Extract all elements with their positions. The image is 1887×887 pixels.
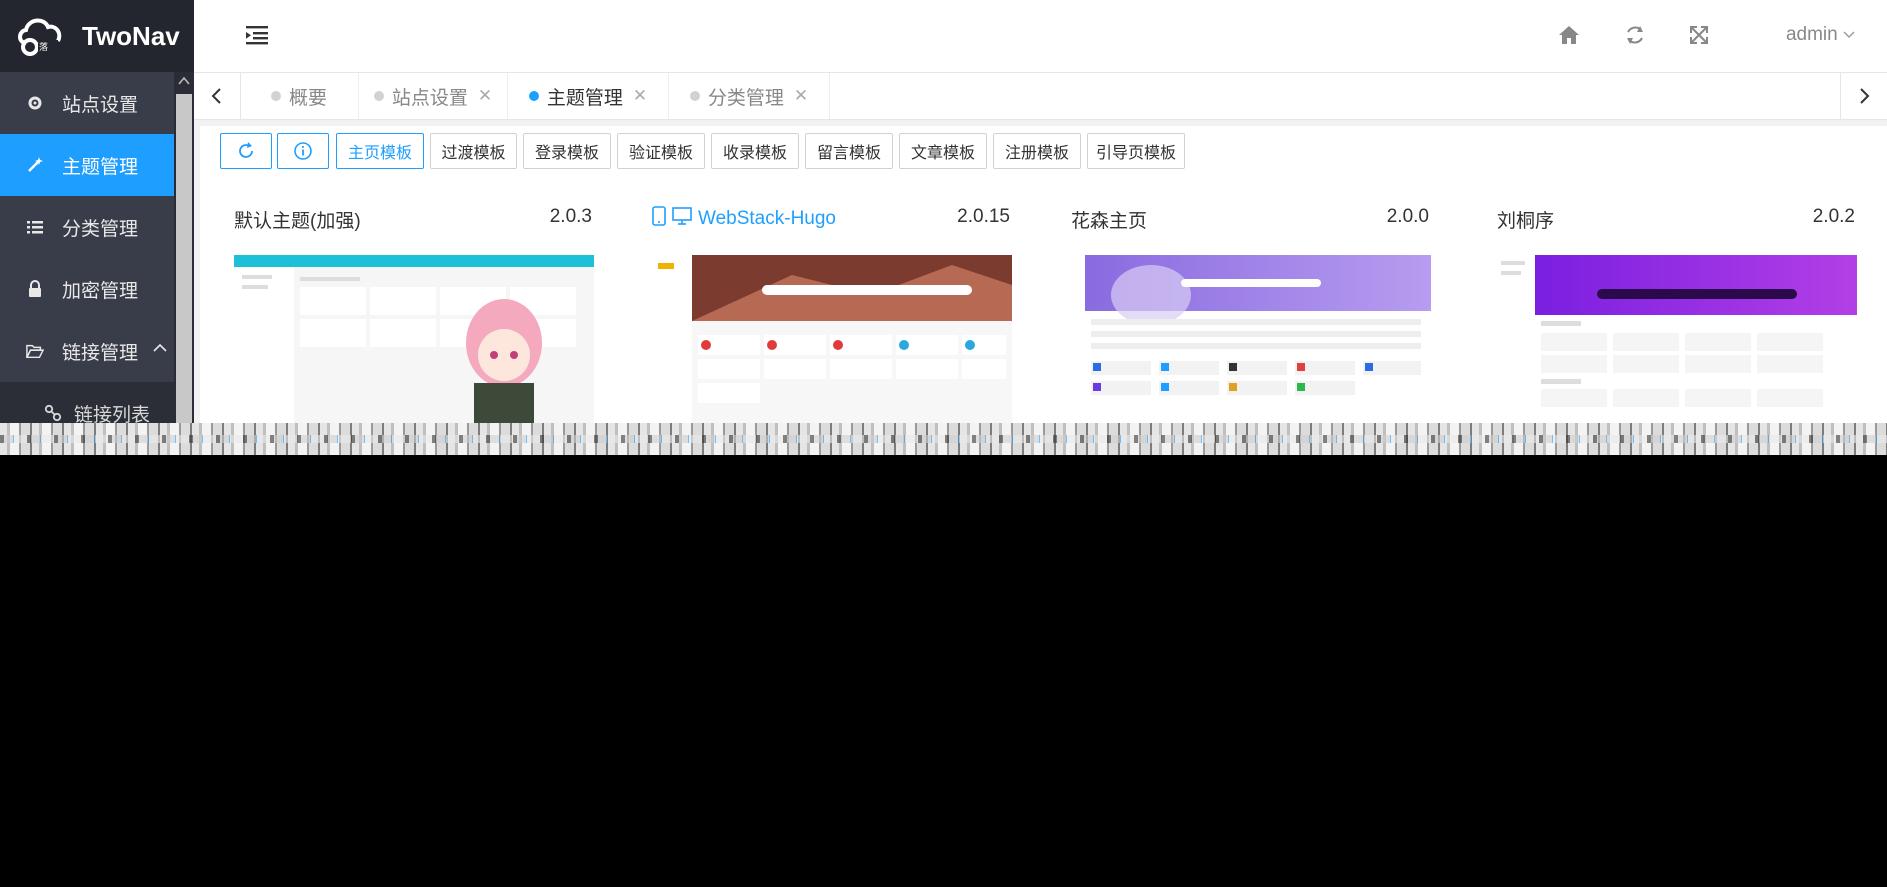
tab-category-management[interactable]: 分类管理 ✕ xyxy=(669,73,830,119)
home-icon[interactable] xyxy=(1558,24,1580,46)
theme-card[interactable]: 刘桐序 2.0.2 xyxy=(1475,190,1875,423)
folder-open-icon xyxy=(26,342,44,360)
tab-theme-management[interactable]: 主题管理 ✕ xyxy=(508,73,669,119)
render-glitch-band xyxy=(0,423,1887,455)
refresh-button[interactable] xyxy=(220,133,272,169)
info-icon xyxy=(294,142,312,160)
gear-icon xyxy=(26,94,44,112)
sidebar-item-label: 加密管理 xyxy=(62,280,139,302)
chevron-up-icon[interactable] xyxy=(177,74,191,88)
tab-label: 站点设置 xyxy=(391,87,468,109)
sidebar-item-label: 主题管理 xyxy=(62,156,139,178)
top-header: admin xyxy=(194,0,1887,73)
sidebar-item-link-management[interactable]: 链接管理 xyxy=(0,320,174,382)
close-icon[interactable]: ✕ xyxy=(478,86,492,106)
menu-toggle-icon[interactable] xyxy=(246,24,268,46)
app-name: TwoNav xyxy=(82,20,180,51)
theme-version: 2.0.0 xyxy=(1386,206,1429,227)
refresh-icon[interactable] xyxy=(1624,24,1646,46)
theme-name: 刘桐序 xyxy=(1497,211,1555,232)
refresh-icon xyxy=(239,142,253,158)
tab-status-dot xyxy=(270,91,281,101)
desktop-icon xyxy=(672,207,692,231)
logo[interactable]: 落 TwoNav xyxy=(0,0,194,72)
tab-overview[interactable]: 概要 xyxy=(240,73,359,119)
magic-wand-icon xyxy=(26,156,44,174)
sidebar-item-label: 站点设置 xyxy=(62,94,139,116)
tab-label: 分类管理 xyxy=(707,87,784,109)
close-icon[interactable]: ✕ xyxy=(633,86,647,106)
chevron-right-icon xyxy=(1860,88,1870,104)
theme-card[interactable]: 花森主页 2.0.0 xyxy=(1049,190,1449,423)
theme-card[interactable]: WebStack-Hugo 2.0.15 xyxy=(630,190,1030,423)
theme-card[interactable]: 默认主题(加强) 2.0.3 xyxy=(212,190,612,423)
template-btn-transition[interactable]: 过渡模板 xyxy=(430,133,517,169)
template-btn-message[interactable]: 留言模板 xyxy=(805,133,893,169)
mobile-icon xyxy=(652,206,666,232)
theme-preview[interactable] xyxy=(1497,255,1857,423)
template-btn-guide[interactable]: 引导页模板 xyxy=(1087,133,1185,169)
info-button[interactable] xyxy=(277,133,329,169)
theme-preview[interactable] xyxy=(234,255,594,423)
theme-name: WebStack-Hugo xyxy=(698,208,836,229)
sidebar-item-category-management[interactable]: 分类管理 xyxy=(0,196,174,258)
scrollbar-thumb[interactable] xyxy=(176,94,192,423)
sidebar-item-theme-management[interactable]: 主题管理 xyxy=(0,134,174,196)
template-btn-verify[interactable]: 验证模板 xyxy=(617,133,705,169)
tab-status-dot xyxy=(528,91,539,101)
template-btn-home[interactable]: 主页模板 xyxy=(336,133,424,169)
tab-scroll-right[interactable] xyxy=(1840,73,1887,119)
template-btn-submit[interactable]: 收录模板 xyxy=(711,133,799,169)
sidebar-subitem-link-list[interactable]: 链接列表 xyxy=(0,382,174,423)
sidebar-nav: 站点设置 主题管理 分类管理 加密管理 链接管理 链接列表 xyxy=(0,72,174,423)
list-icon xyxy=(26,218,44,236)
tab-site-settings[interactable]: 站点设置 ✕ xyxy=(359,73,508,119)
tab-status-dot xyxy=(373,91,384,101)
chevron-left-icon xyxy=(211,88,221,104)
link-icon xyxy=(44,404,62,422)
chevron-up-icon xyxy=(152,340,168,362)
chevron-down-icon xyxy=(1843,24,1855,45)
template-btn-article[interactable]: 文章模板 xyxy=(899,133,987,169)
theme-name-link[interactable]: WebStack-Hugo xyxy=(652,206,836,232)
tab-label: 主题管理 xyxy=(546,87,623,109)
theme-version: 2.0.3 xyxy=(549,206,592,227)
theme-version: 2.0.15 xyxy=(957,206,1010,227)
tab-scroll-left[interactable] xyxy=(194,73,241,119)
fullscreen-icon[interactable] xyxy=(1688,24,1710,46)
username: admin xyxy=(1785,24,1838,45)
tab-status-dot xyxy=(689,91,700,101)
logo-icon: 落 xyxy=(16,13,66,59)
user-menu[interactable]: admin xyxy=(1786,24,1855,46)
tab-bar: 概要 站点设置 ✕ 主题管理 ✕ 分类管理 ✕ xyxy=(194,73,1887,120)
sidebar-item-label: 链接管理 xyxy=(62,342,139,364)
theme-version: 2.0.2 xyxy=(1812,206,1855,227)
template-btn-login[interactable]: 登录模板 xyxy=(523,133,611,169)
svg-text:落: 落 xyxy=(39,41,48,53)
theme-preview[interactable] xyxy=(1071,255,1431,423)
theme-name: 默认主题(加强) xyxy=(234,211,361,232)
lock-icon xyxy=(26,280,44,298)
sidebar-scrollbar[interactable] xyxy=(174,72,194,423)
theme-name: 花森主页 xyxy=(1071,211,1148,232)
tab-label: 概要 xyxy=(288,87,327,109)
app-window: 落 TwoNav 站点设置 主题管理 分类管理 加密管理 链接管理 链接列表 a… xyxy=(0,0,1887,423)
sidebar: 落 TwoNav 站点设置 主题管理 分类管理 加密管理 链接管理 链接列表 xyxy=(0,0,194,423)
sidebar-item-label: 分类管理 xyxy=(62,218,139,240)
sidebar-item-encryption-management[interactable]: 加密管理 xyxy=(0,258,174,320)
close-icon[interactable]: ✕ xyxy=(794,86,808,106)
sidebar-item-site-settings[interactable]: 站点设置 xyxy=(0,72,174,134)
template-btn-register[interactable]: 注册模板 xyxy=(993,133,1081,169)
theme-preview[interactable] xyxy=(652,255,1012,423)
sidebar-item-label: 链接列表 xyxy=(74,404,151,424)
